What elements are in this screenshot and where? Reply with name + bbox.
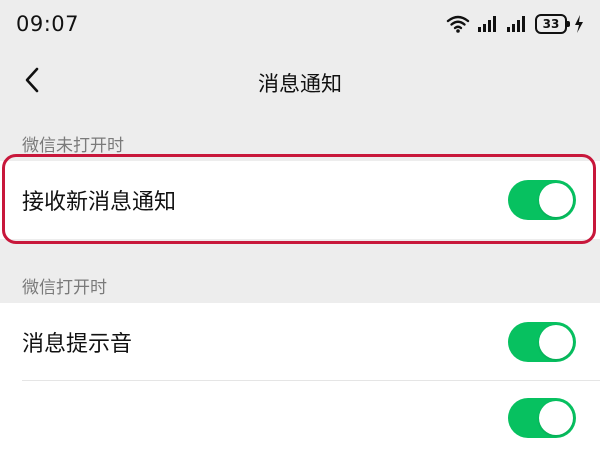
toggle-knob: [539, 183, 573, 217]
setting-row-receive-notifications: 接收新消息通知: [0, 161, 600, 239]
receive-notifications-toggle[interactable]: [508, 180, 576, 220]
setting-label: 接收新消息通知: [22, 190, 177, 215]
wifi-icon: [446, 14, 470, 34]
setting-row-message-sound: 消息提示音: [0, 303, 600, 381]
battery-icon: 33: [535, 14, 570, 34]
battery-level: 33: [542, 17, 560, 31]
section-header-open: 微信打开时: [22, 278, 107, 298]
toggle-knob: [539, 401, 573, 435]
status-bar: 09:07 33: [0, 0, 600, 52]
charging-bolt-icon: [574, 15, 584, 33]
partial-setting-toggle[interactable]: [508, 398, 576, 438]
section-header-closed: 微信未打开时: [22, 136, 124, 156]
status-icons: 33: [446, 14, 584, 34]
setting-label: 消息提示音: [22, 332, 133, 357]
signal-icon: [477, 15, 499, 33]
signal-icon: [506, 15, 528, 33]
status-time: 09:07: [16, 12, 80, 36]
toggle-knob: [539, 325, 573, 359]
setting-row-partial: [0, 381, 600, 459]
message-sound-toggle[interactable]: [508, 322, 576, 362]
nav-bar: 消息通知: [0, 52, 600, 112]
page-title: 消息通知: [258, 72, 342, 96]
